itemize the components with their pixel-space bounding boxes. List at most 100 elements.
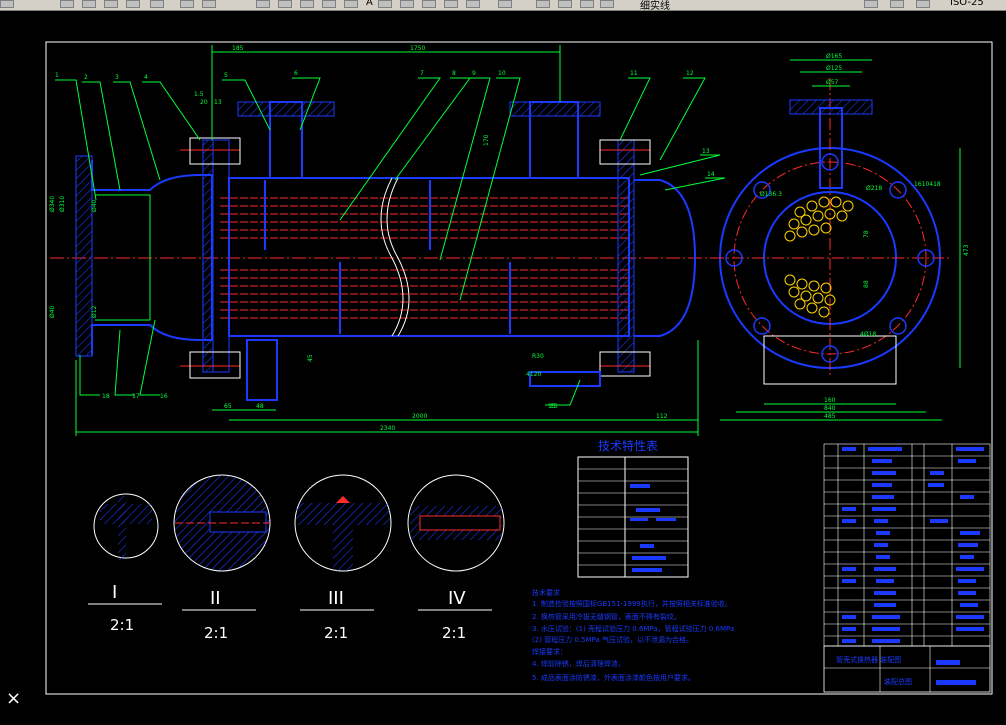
cut-icon[interactable] [126,0,140,8]
dim-side-9: 4Ø18 [860,331,876,338]
dim-side-11: 840 [824,405,836,412]
dim-small-7: 45 [307,354,314,362]
dim-112: 112 [656,413,668,420]
redo-icon[interactable] [202,0,216,8]
ucs-icon: × [6,688,22,709]
dim-185: 185 [232,45,244,52]
part-number-11: 11 [630,70,638,77]
dim-left-3: Ø40 [49,305,56,318]
dim-side-2: Ø57 [826,79,839,86]
style-icon[interactable] [916,0,930,8]
part-number-10: 10 [498,70,506,77]
quickcalc-icon[interactable] [466,0,480,8]
dim-small-6: 170 [483,134,490,146]
title-block: 管壳式换热器 装配图 装配总图 [823,645,991,693]
tech-req-line-5: 焊接要求： [532,647,567,656]
part-number-3: 3 [115,74,119,81]
part-number-7: 7 [420,70,424,77]
layer-state-icon[interactable] [558,0,572,8]
dim-side-5: 1610418 [914,181,941,188]
detail-1-label: I [112,582,117,603]
detail-3-scale: 2:1 [324,624,348,642]
lightbulb-icon[interactable] [580,0,594,8]
part-number-2: 2 [84,74,88,81]
dim-small-4: 4120 [526,371,541,378]
dim-small-3: R30 [532,353,544,360]
dimstyle-dropdown[interactable]: ISO-25 [950,0,984,8]
tech-req-line-4: (2) 管程压力 0.5MPa 气压试验，以不泄漏为合格。 [532,635,693,644]
tech-req-line-2: 2. 换热管采用冷拔无缝钢管，表面不得有裂纹。 [532,612,681,621]
title-block-sub: 装配总图 [884,677,912,686]
undo-icon[interactable] [180,0,194,8]
part-number-9: 9 [472,70,476,77]
detail-2-scale: 2:1 [204,624,228,642]
dim-small-0: 1.5 [194,91,204,98]
dim-side-0: Ø165 [826,53,842,60]
part-number-14: 14 [707,171,715,178]
design-center-icon[interactable] [378,0,392,8]
dim-side-1: Ø125 [826,65,842,72]
new-icon[interactable] [0,0,14,8]
tech-req-title: 技术要求 [532,588,560,597]
dim-side-7: 78 [863,230,870,238]
dim-2000: 2000 [412,413,427,420]
dim-side-8: 88 [863,280,870,288]
tool-palette-icon[interactable] [400,0,414,8]
dim-left-2: Ø40 [91,199,98,212]
part-number-12: 12 [686,70,694,77]
print-icon[interactable] [104,0,118,8]
paste-icon[interactable] [150,0,164,8]
tech-table-title: 技术特性表 [598,438,658,453]
pan-icon[interactable] [256,0,270,8]
dim-2340: 2340 [380,425,395,432]
detail-1-scale: 2:1 [110,616,134,634]
sun-icon[interactable] [600,0,614,8]
dim-65: 65 [224,403,232,410]
part-number-17: 17 [132,393,140,400]
dim-side-6: 473 [963,244,970,256]
dim-left-4: Ø12 [91,305,98,318]
drawing-border [45,41,993,695]
zoom-realtime-icon[interactable] [278,0,292,8]
parts-list-entries [842,447,984,643]
zoom-window-icon[interactable] [300,0,314,8]
detail-2-label: II [210,588,221,609]
part-number-13: 13 [702,148,710,155]
detail-3-label: III [328,588,344,609]
dim-side-4: Ø136.3 [760,191,782,198]
tech-req-line-3: 3. 水压试验：(1) 壳程试验压力 0.6MPa，管程试验压力 0.6MPa [532,624,734,633]
dim-side-10: 160 [824,397,836,404]
tech-characteristics-table: 技术特性表 [577,438,689,578]
dim-left-0: Ø340 [49,196,56,212]
detail-4-label: IV [448,588,466,609]
part-number-6: 6 [294,70,298,77]
part-number-18: 18 [102,393,110,400]
text-style-letter: A [366,0,373,8]
part-number-4: 4 [144,74,148,81]
detail-views: I II III IV 2:1 2:1 2:1 2:1 [88,474,505,642]
markup-icon[interactable] [444,0,458,8]
layer-previous-icon[interactable] [890,0,904,8]
title-block-name: 管壳式换热器 装配图 [836,655,901,664]
part-number-8: 8 [452,70,456,77]
detail-4-scale: 2:1 [442,624,466,642]
dim-side-12: 485 [824,413,836,420]
help-icon[interactable] [498,0,512,8]
dim-1750: 1750 [410,45,425,52]
part-number-5: 5 [224,72,228,79]
save-icon[interactable] [82,0,96,8]
tech-req-line-1: 1. 制造检验按照国标GB151-1999执行，并按照相关标准验收。 [532,599,732,608]
dim-side-3: Ø218 [866,185,882,192]
make-current-icon[interactable] [864,0,878,8]
tech-requirements: 技术要求 1. 制造检验按照国标GB151-1999执行，并按照相关标准验收。 … [532,588,734,682]
zoom-previous-icon[interactable] [322,0,336,8]
dim-small-2: 13 [214,99,222,106]
dim-small-1: 20 [200,99,208,106]
layer-manager-icon[interactable] [536,0,550,8]
drawing-canvas[interactable]: 185 1750 65 48 2000 112 2340 Ø340 Ø310 Ø… [0,10,1006,721]
sheet-set-icon[interactable] [422,0,436,8]
open-icon[interactable] [60,0,74,8]
properties-icon[interactable] [344,0,358,8]
tech-req-line-7: 5. 成品表面涂防锈漆，外表面涂漆颜色按用户要求。 [532,673,695,682]
part-number-15: 15 [550,403,558,410]
